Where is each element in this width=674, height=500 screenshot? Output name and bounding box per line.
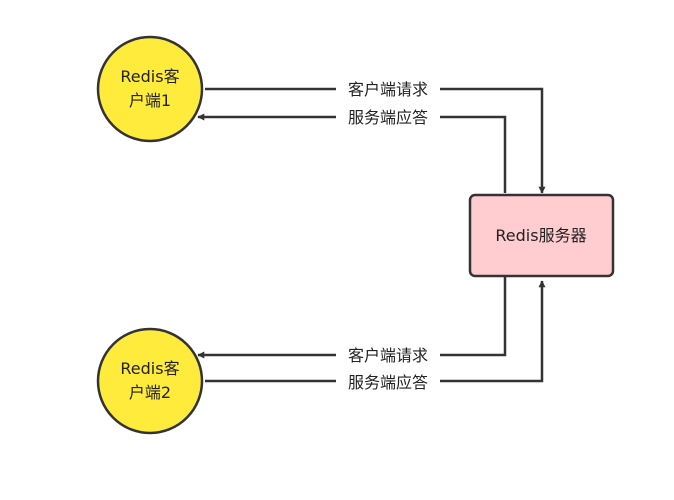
- redis-client-1-node: Redis客 户端1: [96, 35, 204, 143]
- client1-request-label: 客户端请求: [348, 80, 428, 99]
- client1-request-arrow: [205, 87, 546, 194]
- redis-server-node: Redis服务器: [468, 193, 615, 278]
- redis-client-1-circle: [96, 35, 204, 143]
- client2-response-arrow: [197, 277, 507, 359]
- client2-request-label: 客户端请求: [348, 346, 428, 365]
- redis-client-1-label-line2: 户端1: [129, 91, 171, 110]
- redis-client-2-node: Redis客 户端2: [96, 327, 204, 435]
- client2-response-label: 服务端应答: [348, 373, 428, 392]
- redis-client-2-circle: [96, 327, 204, 435]
- client1-response-label: 服务端应答: [348, 108, 428, 127]
- architecture-diagram: 客户端请求 服务端应答 客户端请求 服务端应答 Redis客 户端1 Redis…: [96, 35, 615, 435]
- redis-client-1-label-line1: Redis客: [120, 67, 179, 86]
- client1-response-arrow: [197, 113, 507, 193]
- redis-client-2-label-line2: 户端2: [129, 383, 171, 402]
- client2-request-arrow: [205, 280, 546, 383]
- redis-client-2-label-line1: Redis客: [120, 359, 179, 378]
- redis-server-label: Redis服务器: [495, 226, 586, 245]
